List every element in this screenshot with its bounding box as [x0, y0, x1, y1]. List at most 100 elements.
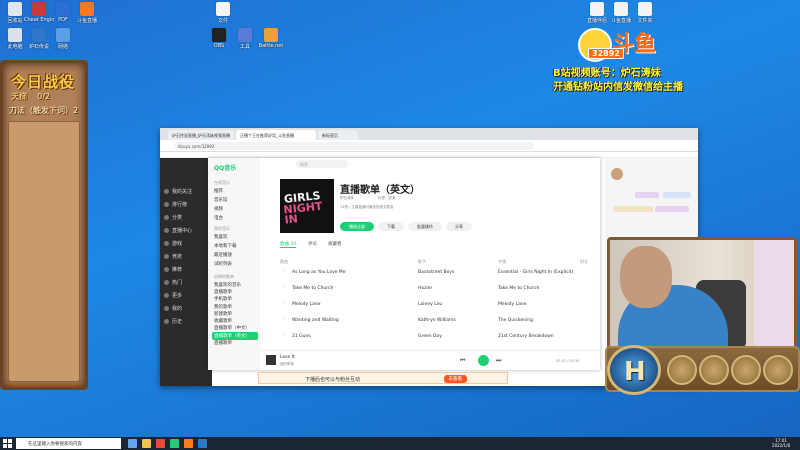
douyu-nav-item[interactable]: 热门: [164, 279, 182, 286]
like-icon[interactable]: ♡: [282, 302, 286, 307]
taskbar: 在这里输入你要搜索的内容 17:01 2022/1/8: [0, 437, 800, 450]
qq-music-taskbar-icon[interactable]: [170, 439, 179, 448]
nav-item-icon: [164, 280, 169, 285]
douyu-nav-item[interactable]: 游戏: [164, 240, 182, 247]
nav-item-label: 直播中心: [172, 228, 193, 234]
play-pause-button[interactable]: [478, 355, 489, 366]
app-icon: [238, 28, 252, 42]
douyu-nav-item[interactable]: 我的: [164, 305, 182, 312]
song-album[interactable]: Melody Lane: [498, 302, 527, 307]
song-artist[interactable]: Backstreet Boys: [418, 270, 454, 275]
playlist-title: 直播歌单（英文）: [340, 185, 420, 196]
share-button[interactable]: 分享: [446, 222, 472, 231]
qq-sidebar-item[interactable]: 最近播放: [214, 252, 232, 258]
song-artist[interactable]: Lainey Lou: [418, 302, 442, 307]
desktop-shortcut[interactable]: 文件夹: [630, 2, 660, 24]
song-title: Wanting and Waiting: [292, 318, 339, 323]
song-artist[interactable]: Kathryn Williams: [418, 318, 456, 323]
app-icon: [32, 2, 46, 16]
qq-sidebar-item[interactable]: 音乐馆: [214, 197, 228, 203]
song-artist[interactable]: Green Day: [418, 334, 442, 339]
app-icon: [264, 28, 278, 42]
douyu-nav-item[interactable]: 分类: [164, 214, 182, 221]
qq-sidebar-item[interactable]: 手机歌单: [214, 296, 232, 302]
song-row[interactable]: ♡ As Long as You Love Me Backstreet Boys Es…: [280, 266, 596, 280]
desktop-shortcut[interactable]: Battle.net: [256, 28, 286, 49]
qq-music-logo: QQ音乐: [214, 165, 237, 172]
douyu-nav-item[interactable]: 直播中心: [164, 227, 192, 234]
qq-sidebar-item[interactable]: 直播歌单（中文）: [214, 325, 250, 331]
song-album[interactable]: The Quickening: [498, 318, 533, 323]
douyu-nav-item[interactable]: 历史: [164, 318, 182, 325]
song-row[interactable]: ♡ Melody Lane Lainey Lou Melody Lane: [280, 298, 596, 312]
qq-sidebar-item[interactable]: 直播歌单: [214, 289, 232, 295]
hearthstone-logo-icon: H: [607, 345, 661, 395]
qq-sidebar-item[interactable]: 我喜欢的音乐: [214, 282, 241, 288]
douyu-nav-item[interactable]: 推荐: [164, 266, 182, 273]
qq-sidebar-item[interactable]: 新建歌单: [214, 311, 232, 317]
browser-tab-bar: 炉石传说直播_炉石涛妹视频直播 正播个王在推荐好用_斗鱼直播 新标签页: [160, 128, 698, 140]
hearthstone-taskbar-icon[interactable]: [198, 439, 207, 448]
song-title: Take Me to Church: [292, 286, 334, 291]
song-row[interactable]: ♡ Wanting and Waiting Kathryn Williams The …: [280, 314, 596, 328]
tab-songs[interactable]: 歌曲 34: [280, 241, 297, 248]
task-view-icon[interactable]: [128, 439, 137, 448]
browser-tab-3[interactable]: 新标签页: [318, 130, 358, 140]
qq-sidebar-item[interactable]: 收藏歌单: [214, 318, 232, 324]
qq-search-input[interactable]: 搜索: [296, 160, 348, 168]
desktop-shortcut[interactable]: 文件: [208, 2, 238, 24]
banner-cta-button[interactable]: 去看看: [443, 375, 467, 383]
douyu-nav-item[interactable]: 我的关注: [164, 188, 192, 195]
qq-sidebar-item[interactable]: 视频: [214, 206, 223, 212]
streamer-avatar[interactable]: [611, 168, 623, 180]
douyu-nav-item[interactable]: 竞技: [164, 253, 182, 260]
douyu-taskbar-icon[interactable]: [184, 439, 193, 448]
app-icon: [212, 28, 226, 42]
like-icon[interactable]: ♡: [282, 286, 286, 291]
song-row[interactable]: ♡ Take Me to Church Hozier Take Me to Churc…: [280, 282, 596, 296]
promo-line-2: 开通钻粉站内信发微信给主播: [553, 82, 683, 93]
tab-favoriters[interactable]: 收藏者: [328, 241, 342, 247]
douyu-nav-item[interactable]: 更多: [164, 292, 182, 299]
playlist-owner[interactable]: 炉石涛妹: [340, 196, 354, 201]
prev-icon[interactable]: ⏮: [460, 357, 465, 365]
browser-tab-1[interactable]: 炉石传说直播_炉石涛妹视频直播: [168, 130, 234, 140]
batch-button[interactable]: 批量操作: [408, 222, 442, 231]
tab-comments[interactable]: 评论: [308, 241, 317, 247]
desktop-shortcut[interactable]: 斗鱼直播: [72, 2, 102, 24]
taskbar-search-input[interactable]: 在这里输入你要搜索的内容: [16, 438, 121, 449]
url-input[interactable]: douyu.com/32892: [174, 142, 534, 150]
next-icon[interactable]: ⏭: [496, 357, 501, 365]
browser-tab-2[interactable]: 正播个王在推荐好用_斗鱼直播: [236, 130, 316, 140]
play-all-button[interactable]: 播放全部: [340, 222, 374, 231]
qq-top-bar: 搜索: [266, 160, 596, 170]
song-album[interactable]: Essential - Girls Night In (Explicit): [498, 270, 573, 275]
now-playing-artist: 我的歌单: [280, 362, 294, 366]
qq-sidebar-item[interactable]: 试听列表: [214, 261, 232, 267]
song-album[interactable]: 21st Century Breakdown: [498, 334, 554, 339]
qq-sidebar-item[interactable]: 本地和下载: [214, 243, 237, 249]
like-icon[interactable]: ♡: [282, 270, 286, 275]
qq-sidebar-item[interactable]: 我喜欢: [214, 234, 228, 240]
qq-sidebar-item[interactable]: 直播歌单: [214, 340, 232, 346]
like-icon[interactable]: ♡: [282, 334, 286, 339]
nav-item-icon: [164, 189, 169, 194]
desktop-shortcut[interactable]: 网络: [48, 28, 78, 50]
browser-taskbar-icon[interactable]: [156, 439, 165, 448]
like-icon[interactable]: ♡: [282, 318, 286, 323]
promo-line-1: B站视频账号：炉石涛妹: [553, 68, 661, 79]
windows-start-icon[interactable]: [3, 439, 12, 448]
hearthstone-medal-bar: H: [605, 345, 800, 395]
qq-sidebar-item[interactable]: 电台: [214, 215, 223, 221]
song-album[interactable]: Take Me to Church: [498, 286, 539, 291]
now-playing-cover[interactable]: [266, 355, 276, 365]
system-clock[interactable]: 17:01 2022/1/8: [772, 438, 790, 448]
song-artist[interactable]: Hozier: [418, 286, 432, 291]
qq-sidebar-item[interactable]: 推荐: [214, 188, 223, 194]
medal-slot-icon: [667, 355, 697, 385]
qq-sidebar-item[interactable]: 我的歌单: [214, 304, 232, 310]
file-explorer-icon[interactable]: [142, 439, 151, 448]
download-button[interactable]: 下载: [378, 222, 404, 231]
douyu-nav-item[interactable]: 排行榜: [164, 201, 187, 208]
song-row[interactable]: ♡ 21 Guns Green Day 21st Century Breakdown: [280, 330, 596, 344]
